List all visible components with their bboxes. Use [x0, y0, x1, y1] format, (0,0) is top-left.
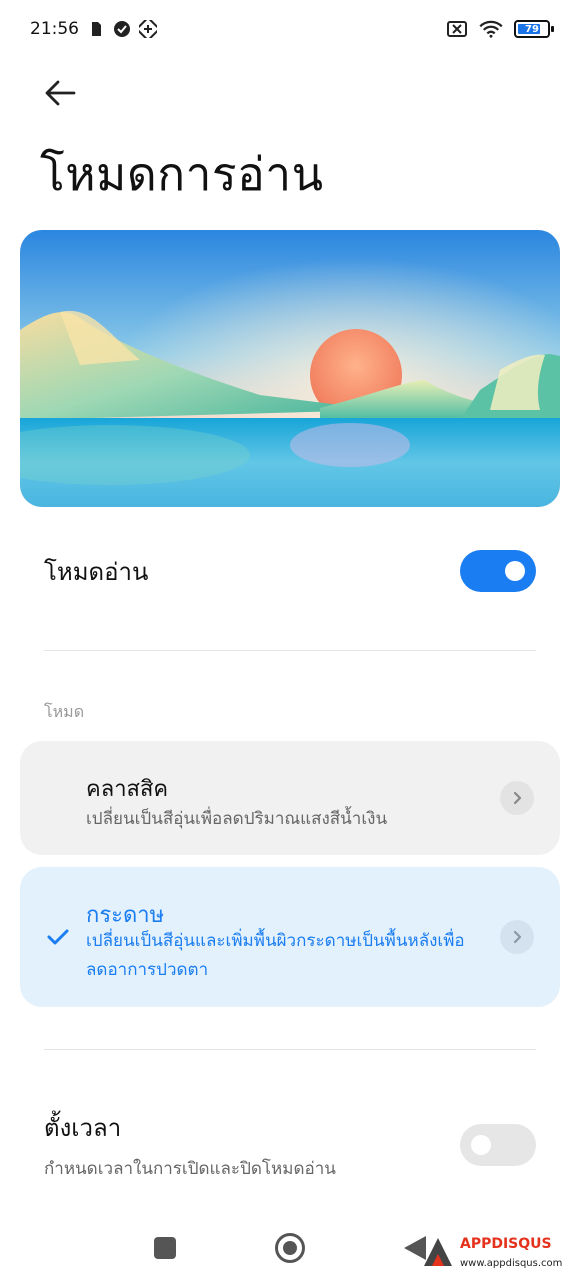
- mode-option-paper[interactable]: กระดาษ เปลี่ยนเป็นสีอุ่นและเพิ่มพื้นผิวก…: [20, 867, 560, 1007]
- watermark: APPDISQUS www.appdisqus.com: [420, 1234, 563, 1274]
- sim-card-icon: [92, 22, 101, 36]
- modes-section-label: โหมด: [44, 702, 85, 721]
- reading-mode-illustration: [20, 230, 560, 507]
- reading-mode-label: โหมดอ่าน: [44, 557, 149, 586]
- toggle-knob: [505, 561, 525, 581]
- back-arrow-icon: [45, 80, 76, 106]
- mode-option-classic[interactable]: คลาสสิค เปลี่ยนเป็นสีอุ่นเพื่อลดปริมาณแส…: [20, 741, 560, 855]
- app-notification-icon: [139, 20, 157, 38]
- checkmark-icon: [47, 929, 69, 945]
- schedule-description: กำหนดเวลาในการเปิดและปิดโหมดอ่าน: [44, 1159, 336, 1179]
- page-title: โหมดการอ่าน: [40, 147, 324, 201]
- classic-settings-button[interactable]: [500, 781, 534, 815]
- schedule-toggle[interactable]: [460, 1124, 536, 1166]
- mode-option-description: เปลี่ยนเป็นสีอุ่นและเพิ่มพื้นผิวกระดาษเป…: [86, 931, 465, 980]
- schedule-row[interactable]: ตั้งเวลา กำหนดเวลาในการเปิดและปิดโหมดอ่า…: [0, 1110, 580, 1180]
- no-sim-icon: [447, 21, 467, 37]
- back-button[interactable]: [40, 75, 82, 111]
- check-circle-icon: [114, 21, 130, 37]
- reading-mode-row[interactable]: โหมดอ่าน: [0, 540, 580, 602]
- status-bar: 21:56 79: [0, 0, 580, 58]
- landscape-sunset-image: [20, 230, 560, 507]
- battery-icon: 79: [514, 20, 554, 38]
- toggle-knob: [471, 1135, 491, 1155]
- reading-mode-toggle[interactable]: [460, 550, 536, 592]
- battery-level: 79: [525, 23, 539, 35]
- chevron-right-icon: [513, 930, 522, 944]
- divider: [44, 650, 536, 651]
- appdisqus-logo-icon: [424, 1238, 452, 1266]
- watermark-brand: APPDISQUS: [460, 1236, 552, 1252]
- divider: [44, 1049, 536, 1050]
- mode-option-description: เปลี่ยนเป็นสีอุ่นเพื่อลดปริมาณแสงสีน้ำเง…: [86, 809, 388, 829]
- chevron-right-icon: [513, 791, 522, 805]
- paper-settings-button[interactable]: [500, 920, 534, 954]
- schedule-label: ตั้งเวลา: [44, 1114, 122, 1142]
- home-button[interactable]: [275, 1233, 305, 1263]
- wifi-icon: [479, 20, 503, 38]
- recents-button[interactable]: [154, 1237, 176, 1259]
- status-time: 21:56: [30, 19, 79, 39]
- watermark-url: www.appdisqus.com: [460, 1258, 563, 1269]
- mode-option-title: คลาสสิค: [86, 777, 169, 802]
